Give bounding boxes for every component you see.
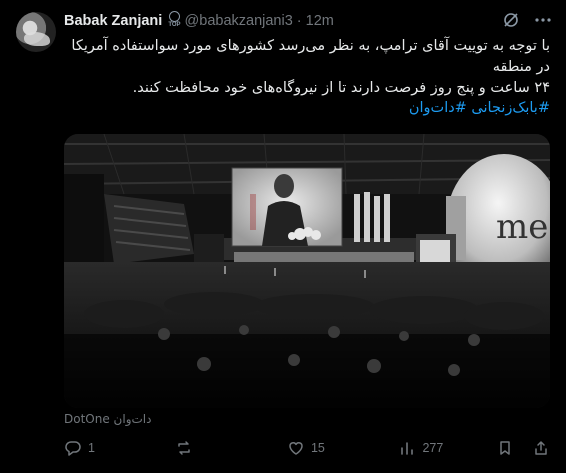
reply-count: 1 [88,440,95,455]
repost-button[interactable] [175,439,286,457]
post-text-line: ۲۴ ساعت و پنج روز فرصت دارند تا از نیروگ… [132,80,550,96]
post-time[interactable]: 12m [306,13,334,29]
post-image[interactable]: me [64,134,550,408]
post-text: با توجه به توییت آقای ترامپ، به نظر می‌ر… [64,36,550,99]
author-handle[interactable]: @babakzanjani3 [185,13,293,29]
profile-avatar[interactable] [16,12,56,52]
separator-dot: · [296,13,302,29]
reply-button[interactable]: 1 [64,439,175,457]
author-name[interactable]: Babak Zanjani [64,13,162,29]
share-icon[interactable] [532,439,550,457]
image-credit: DotOne دات‌وان [64,412,152,426]
views-count: 277 [422,440,444,455]
bookmark-icon[interactable] [496,439,514,457]
action-bar: 1 15 277 [64,436,550,460]
views-icon [401,442,414,455]
like-button[interactable]: 15 [287,439,398,457]
secondary-actions [496,439,550,457]
views-button[interactable]: 277 [398,439,496,457]
post-header: Babak Zanjani TOP @babakzanjani3 · 12m [64,10,334,32]
top-badge-icon: TOP [168,11,181,31]
post-text-line: با توجه به توییت آقای ترامپ، به نظر می‌ر… [71,38,550,75]
top-right-actions [502,11,552,34]
reply-icon [65,441,81,456]
more-icon[interactable] [534,11,552,34]
grok-icon[interactable] [502,11,520,34]
hashtag-links[interactable]: #بابک‌زنجانی #دات‌وان [409,100,550,116]
repost-icon [178,441,191,455]
like-count: 15 [310,440,325,455]
svg-text:me: me [496,207,548,247]
badge-text: TOP [168,22,181,28]
event-hall-photo: me [64,134,550,408]
like-icon [289,442,303,455]
